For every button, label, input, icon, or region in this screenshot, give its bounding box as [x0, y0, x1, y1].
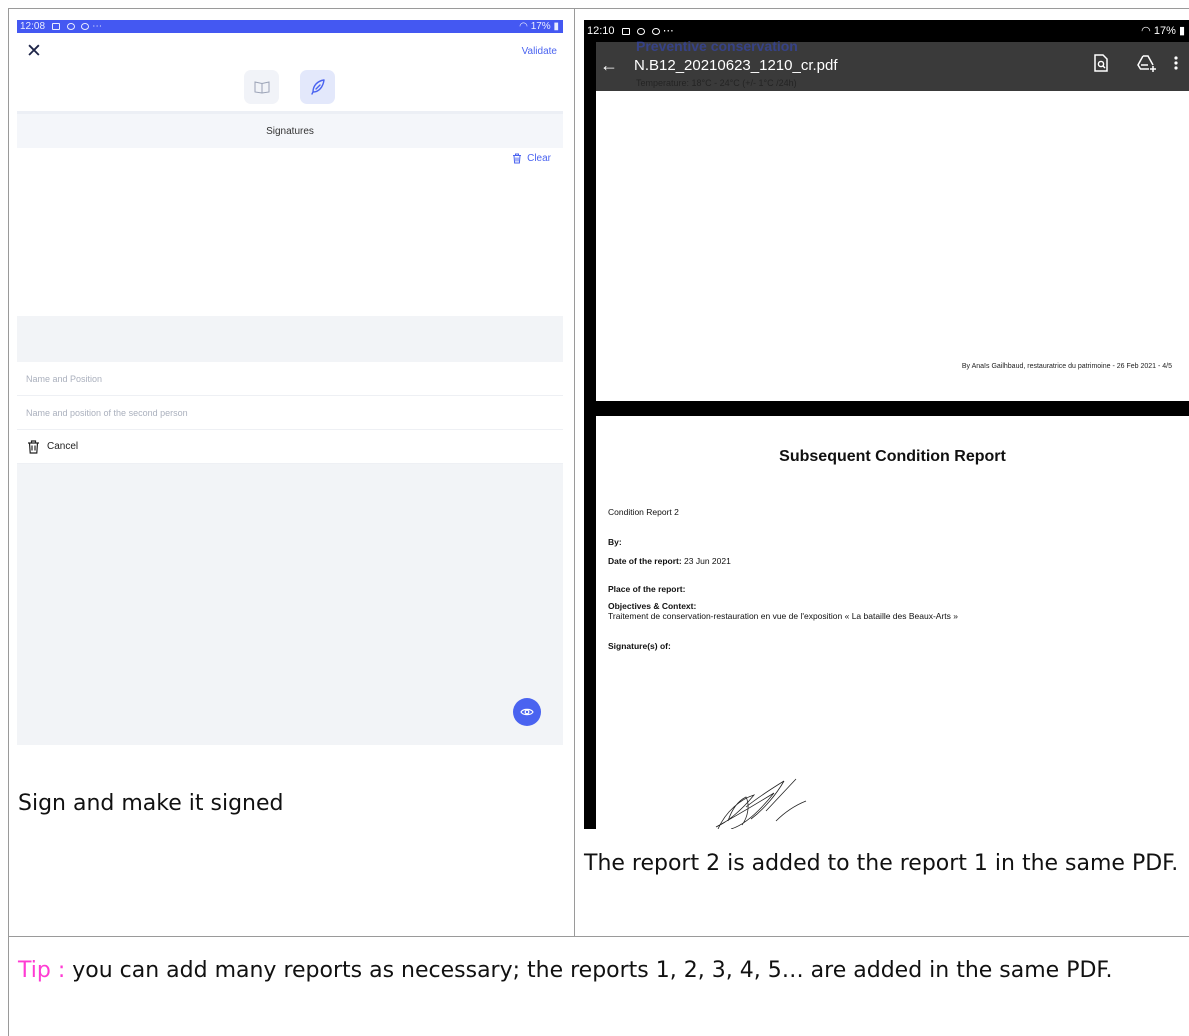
- status-more: ⋯: [662, 25, 674, 37]
- second-person-field: [17, 396, 563, 430]
- signature-app-screenshot: 12:08 ⋯ ◠ 17% ▮ ✕ Validate Signatures Cl…: [17, 20, 563, 745]
- search-doc-icon[interactable]: [1093, 54, 1109, 72]
- status-time: 12:08: [20, 21, 46, 32]
- bleed-through-title: Preventive conservation: [636, 38, 798, 54]
- tip-label: Tip :: [18, 958, 66, 983]
- clear-button[interactable]: Clear: [512, 153, 551, 164]
- battery-level: 17%: [1153, 25, 1176, 37]
- tip-note: Tip : you can add many reports as necess…: [18, 953, 1186, 989]
- trash-icon: [28, 439, 39, 454]
- clear-label: Clear: [527, 153, 551, 164]
- page-footer: By Anaïs Gailhbaud, restauratrice du pat…: [961, 363, 1172, 370]
- date-value: 23 Jun 2021: [684, 556, 731, 566]
- handwritten-signature: [715, 778, 807, 829]
- cancel-button[interactable]: Cancel: [17, 430, 563, 464]
- pdf-page-4: By Anaïs Gailhbaud, restauratrice du pat…: [596, 91, 1189, 401]
- table-border-left: [8, 8, 9, 1036]
- wifi-icon: ◠: [519, 21, 528, 32]
- more-vert-icon[interactable]: [1173, 54, 1179, 72]
- validate-button[interactable]: Validate: [522, 46, 557, 57]
- second-person-input[interactable]: [26, 404, 546, 422]
- signature-pad-bottom-band: [17, 316, 563, 362]
- left-caption: Sign and make it signed: [18, 791, 284, 816]
- tab-book[interactable]: [244, 70, 279, 104]
- file-name: N.B12_20210623_1210_cr.pdf: [634, 57, 838, 74]
- account-icon: [651, 28, 660, 35]
- account-icon: [81, 23, 90, 30]
- status-bar-left: 12:08 ⋯: [20, 20, 102, 33]
- gallery-icon: [51, 23, 60, 30]
- feather-icon: [310, 79, 325, 95]
- right-caption: The report 2 is added to the report 1 in…: [584, 851, 1179, 876]
- battery-icon: ▮: [553, 21, 559, 32]
- dnd-icon: [66, 23, 75, 30]
- dnd-icon: [636, 28, 645, 35]
- book-icon: [254, 81, 269, 94]
- pdf-page-5: Subsequent Condition Report Condition Re…: [596, 416, 1189, 829]
- cancel-label: Cancel: [47, 441, 79, 452]
- date-label: Date of the report:: [608, 556, 682, 566]
- tab-signature[interactable]: [300, 70, 335, 104]
- by-label: By:: [608, 537, 622, 547]
- status-time: 12:10: [587, 25, 615, 37]
- report-date: Date of the report: 23 Jun 2021: [608, 556, 731, 566]
- status-bar-right: ◠ 17% ▮: [519, 20, 559, 33]
- report-title: Subsequent Condition Report: [779, 448, 1006, 465]
- battery-icon: ▮: [1178, 25, 1185, 37]
- signatures-section-header: Signatures: [17, 111, 563, 149]
- trash-icon: [513, 153, 522, 164]
- table-divider-horizontal: [8, 936, 1189, 937]
- content-area: [17, 464, 563, 745]
- objectives-value: Traitement de conservation-restauration …: [608, 611, 959, 621]
- wifi-icon: ◠: [1141, 25, 1151, 37]
- status-bar: 12:08 ⋯ ◠ 17% ▮: [17, 20, 563, 33]
- name-position-input[interactable]: [26, 370, 546, 388]
- signatures-label: Signature(s) of:: [608, 641, 671, 651]
- pdf-viewer-screenshot: 12:10 ⋯ ◠ 17% ▮ Preventive conservation …: [584, 20, 1189, 829]
- name-position-field: [17, 362, 563, 396]
- battery-level: 17%: [530, 21, 551, 32]
- eye-icon: [520, 708, 534, 716]
- status-more: ⋯: [92, 21, 103, 32]
- close-icon[interactable]: ✕: [26, 42, 42, 61]
- pdf-toolbar: Preventive conservation Temperature: 18°…: [596, 38, 1189, 91]
- report-name: Condition Report 2: [608, 507, 679, 517]
- gallery-icon: [621, 28, 630, 35]
- objectives-label: Objectives & Context:: [608, 601, 697, 611]
- place-label: Place of the report:: [608, 584, 686, 594]
- status-bar-right: ◠ 17% ▮: [1141, 20, 1185, 42]
- table-border-top: [8, 8, 1189, 9]
- table-divider-vertical: [574, 8, 575, 936]
- preview-button[interactable]: [513, 698, 541, 726]
- signature-pad[interactable]: [17, 148, 563, 316]
- tip-text: you can add many reports as necessary; t…: [65, 958, 1113, 983]
- back-arrow-icon[interactable]: ←: [600, 55, 618, 76]
- bleed-through-line: Temperature: 18°C - 24°C (+/- 1°C /24h): [636, 78, 797, 88]
- add-to-drive-icon[interactable]: [1137, 54, 1157, 72]
